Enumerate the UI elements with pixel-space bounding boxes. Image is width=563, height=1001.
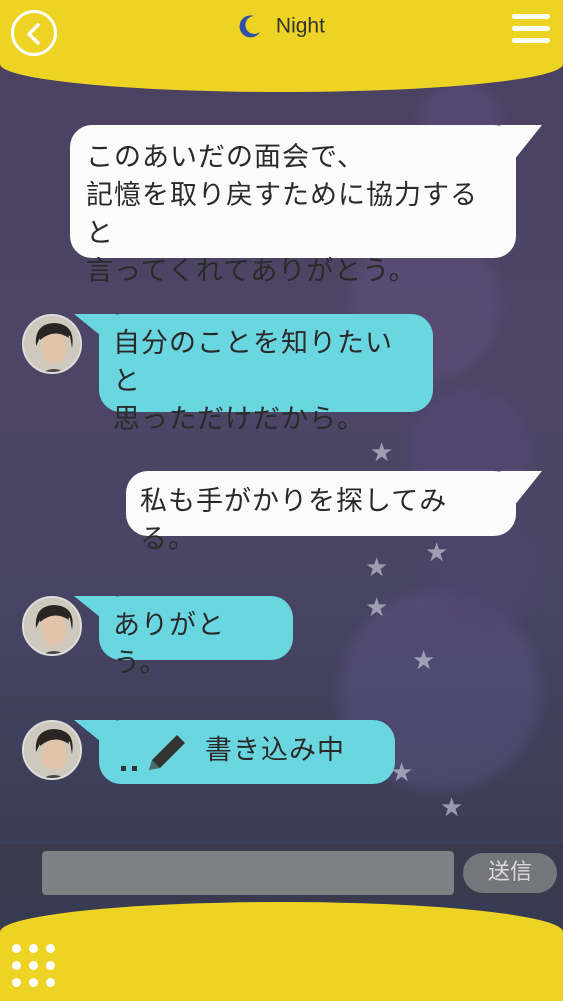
avatar[interactable]	[22, 720, 82, 780]
dots-grid-icon[interactable]	[12, 944, 56, 988]
message-input[interactable]	[42, 851, 454, 895]
message-input-bar: 送信	[0, 844, 563, 902]
message-line: ありがとう。	[113, 610, 225, 679]
bubble-tail	[500, 471, 542, 511]
chat-area[interactable]: このあいだの面会で、 記憶を取り戻すために協力すると 言ってくれてありがとう。 …	[0, 92, 563, 844]
message-bubble-sent: 私も手がかりを探してみる。	[126, 471, 516, 555]
bubble-tail	[74, 720, 116, 754]
crescent-moon-icon	[239, 15, 261, 38]
message-bubble-received: ありがとう。	[99, 596, 293, 679]
app-footer	[0, 902, 563, 1001]
avatar[interactable]	[22, 596, 82, 656]
typing-pen-icon	[121, 735, 185, 771]
send-button[interactable]: 送信	[463, 853, 557, 893]
bubble-tail	[74, 314, 116, 348]
avatar[interactable]	[22, 314, 82, 374]
message-bubble-sent: このあいだの面会で、 記憶を取り戻すために協力すると 言ってくれてありがとう。	[70, 125, 516, 287]
message-line: このあいだの面会で、	[86, 142, 365, 173]
typing-indicator-bubble: 書き込み中	[99, 720, 395, 784]
typing-label: 書き込み中	[205, 735, 345, 766]
message-line: 言ってくれてありがとう。	[86, 256, 417, 287]
hamburger-menu-icon	[512, 14, 550, 19]
message-bubble-received: 自分のことを知りたいと 思っただけだから。	[99, 314, 433, 435]
message-line: 記憶を取り戻すために協力すると	[86, 180, 478, 249]
message-line: 私も手がかりを探してみる。	[140, 486, 448, 555]
header-title-group: Night	[0, 14, 563, 38]
bubble-tail	[500, 125, 542, 165]
menu-button[interactable]	[512, 14, 550, 52]
bubble-tail	[74, 596, 116, 630]
hamburger-line	[512, 26, 550, 31]
hamburger-line	[512, 38, 550, 43]
message-line: 自分のことを知りたいと	[113, 328, 393, 397]
app-header: Night	[0, 0, 563, 92]
message-line: 思っただけだから。	[113, 404, 365, 435]
page-title: Night	[275, 14, 325, 38]
